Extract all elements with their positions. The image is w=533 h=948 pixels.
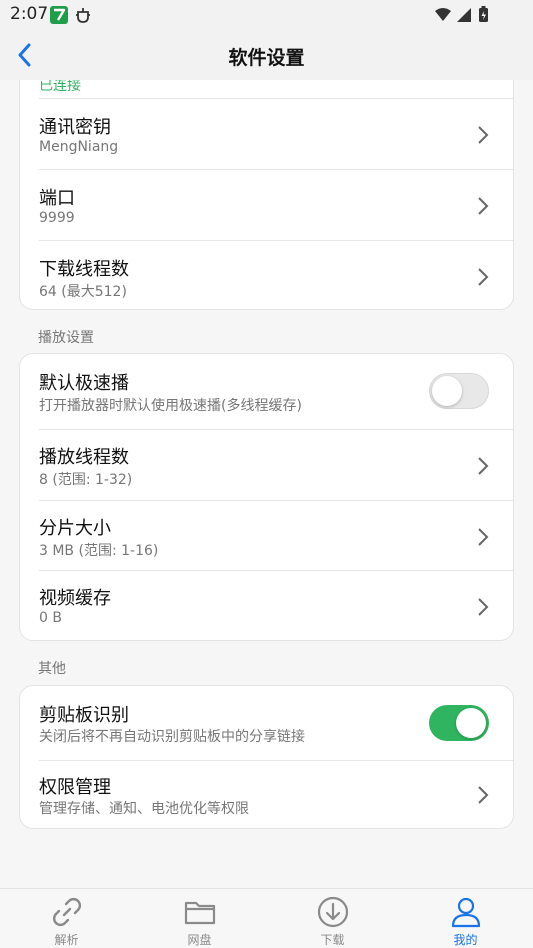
tab-label: 下载 xyxy=(320,933,345,947)
network-settings-card: 已连接 通讯密钥 MengNiang 端口 9999 下载线程数 64 (最大5… xyxy=(19,80,514,310)
row-title: 通讯密钥 xyxy=(39,117,111,138)
row-subtitle: 关闭后将不再自动识别剪贴板中的分享链接 xyxy=(39,729,305,745)
row-subtitle: 8 (范围: 1-32) xyxy=(39,472,133,488)
app-notification-icon xyxy=(50,6,68,24)
status-time: 2:07 xyxy=(10,4,49,24)
row-subtitle: 9999 xyxy=(39,210,75,226)
clipboard-detect-toggle[interactable] xyxy=(429,705,489,741)
folder-icon xyxy=(184,901,215,925)
playback-settings-card: 默认极速播 打开播放器时默认使用极速播(多线程缓存) 播放线程数 8 (范围: … xyxy=(19,353,514,641)
signal-battery-icon xyxy=(435,6,488,22)
bug-notification-icon xyxy=(76,8,90,23)
user-icon xyxy=(451,897,480,928)
chevron-right-icon xyxy=(478,126,489,144)
tab-cloud-drive[interactable]: 网盘 xyxy=(133,889,266,948)
chevron-right-icon xyxy=(478,268,489,286)
video-cache-row[interactable]: 视频缓存 0 B xyxy=(20,571,513,640)
status-bar: 2:07 xyxy=(0,0,533,30)
permission-manage-row[interactable]: 权限管理 管理存储、通知、电池优化等权限 xyxy=(20,761,513,828)
tab-download[interactable]: 下载 xyxy=(266,889,399,948)
row-title: 端口 xyxy=(39,188,75,209)
download-threads-row[interactable]: 下载线程数 64 (最大512) xyxy=(20,241,513,309)
section-label-other: 其他 xyxy=(38,661,66,677)
other-settings-card: 剪贴板识别 关闭后将不再自动识别剪贴板中的分享链接 权限管理 管理存储、通知、电… xyxy=(19,685,514,829)
row-title: 下载线程数 xyxy=(39,259,129,280)
section-label-playback: 播放设置 xyxy=(38,330,94,346)
row-subtitle: MengNiang xyxy=(39,139,119,155)
chevron-right-icon xyxy=(478,786,489,804)
tab-label: 网盘 xyxy=(187,933,212,947)
row-subtitle: 3 MB (范围: 1-16) xyxy=(39,543,159,559)
row-title: 权限管理 xyxy=(39,777,111,798)
row-title: 播放线程数 xyxy=(39,447,129,468)
row-subtitle: 打开播放器时默认使用极速播(多线程缓存) xyxy=(39,398,302,414)
row-title: 分片大小 xyxy=(39,518,111,539)
connection-status-row: 已连接 xyxy=(20,80,513,99)
row-title: 视频缓存 xyxy=(39,588,111,609)
play-threads-row[interactable]: 播放线程数 8 (范围: 1-32) xyxy=(20,430,513,501)
link-icon xyxy=(52,898,81,926)
bottom-tab-bar: 解析 网盘 下载 我的 xyxy=(0,888,533,948)
row-title: 默认极速播 xyxy=(39,373,129,394)
chevron-right-icon xyxy=(478,197,489,215)
app-header: 软件设置 xyxy=(0,30,533,80)
row-title: 剪贴板识别 xyxy=(39,705,129,726)
port-row[interactable]: 端口 9999 xyxy=(20,170,513,241)
tab-label: 我的 xyxy=(453,933,478,947)
row-subtitle: 管理存储、通知、电池优化等权限 xyxy=(39,801,249,817)
chevron-right-icon xyxy=(478,457,489,475)
tab-label: 解析 xyxy=(54,933,79,947)
chunk-size-row[interactable]: 分片大小 3 MB (范围: 1-16) xyxy=(20,501,513,571)
chevron-right-icon xyxy=(478,528,489,546)
status-indicators xyxy=(433,6,505,28)
clipboard-detect-row[interactable]: 剪贴板识别 关闭后将不再自动识别剪贴板中的分享链接 xyxy=(20,686,513,761)
download-icon xyxy=(317,896,348,928)
toggle-knob xyxy=(432,376,462,406)
tab-parse[interactable]: 解析 xyxy=(0,889,133,948)
chevron-right-icon xyxy=(478,598,489,616)
page-title: 软件设置 xyxy=(228,47,305,69)
default-fast-play-row[interactable]: 默认极速播 打开播放器时默认使用极速播(多线程缓存) xyxy=(20,354,513,430)
toggle-knob xyxy=(456,708,486,738)
row-subtitle: 64 (最大512) xyxy=(39,284,127,300)
default-fast-play-toggle[interactable] xyxy=(429,373,489,409)
connection-status-text: 已连接 xyxy=(39,80,81,94)
settings-content[interactable]: 已连接 通讯密钥 MengNiang 端口 9999 下载线程数 64 (最大5… xyxy=(0,80,533,888)
row-subtitle: 0 B xyxy=(39,610,62,626)
tab-mine[interactable]: 我的 xyxy=(399,889,532,948)
comm-key-row[interactable]: 通讯密钥 MengNiang xyxy=(20,99,513,170)
